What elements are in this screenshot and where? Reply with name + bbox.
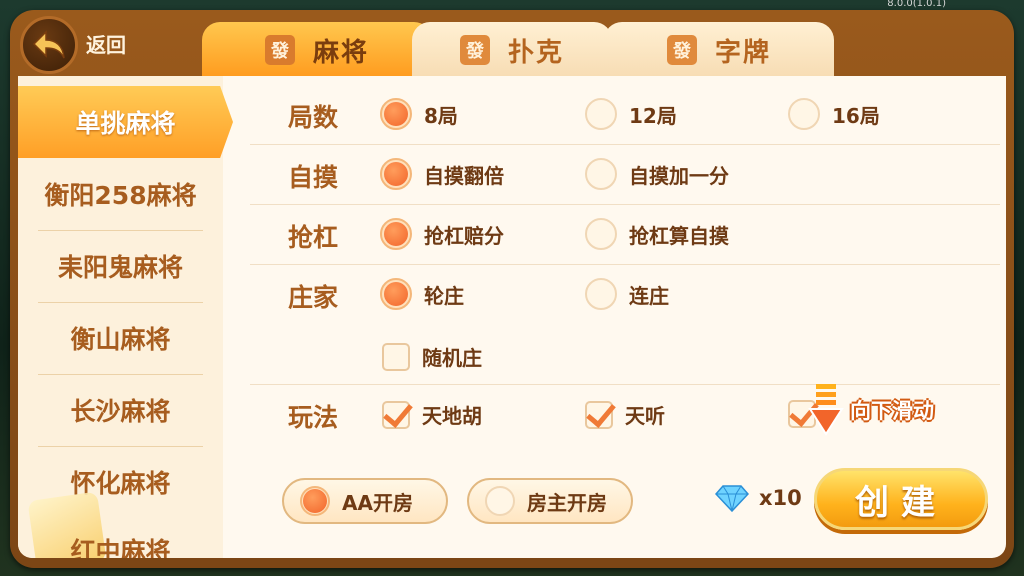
option-rob-kong-self-draw[interactable]: 抢杠算自摸	[585, 218, 729, 250]
radio-selected[interactable]	[380, 98, 412, 130]
tab-label: 麻将	[312, 37, 369, 68]
sidebar-item-hengyang258[interactable]: 衡阳258麻将	[18, 158, 223, 230]
room-cost: x10	[715, 484, 802, 512]
back-label[interactable]: 返回	[86, 29, 126, 58]
radio[interactable]	[585, 98, 617, 130]
option-rounds-12[interactable]: 12局	[585, 98, 677, 130]
radio-selected[interactable]	[300, 486, 330, 516]
option-label: 天地胡	[422, 404, 482, 428]
radio[interactable]	[585, 158, 617, 190]
option-label: 自摸翻倍	[424, 163, 504, 188]
option-label: 连庄	[629, 283, 669, 308]
radio-selected[interactable]	[380, 278, 412, 310]
option-label: AA开房	[342, 490, 413, 515]
back-arrow-icon	[32, 30, 65, 59]
rob-kong-label: 抢杠	[288, 223, 339, 252]
sidebar-item-label: 红中麻将	[70, 537, 171, 558]
sidebar-item-leiyang[interactable]: 耒阳鬼麻将	[18, 230, 223, 302]
checkbox-checked[interactable]	[382, 400, 410, 429]
tab-mahjong[interactable]: 發 麻将	[202, 22, 432, 78]
divider	[250, 204, 1000, 205]
option-random-dealer[interactable]: 随机庄	[382, 342, 482, 371]
option-label: 16局	[832, 103, 880, 128]
option-label: 自摸加一分	[629, 163, 729, 188]
sidebar-item-label: 长沙麻将	[70, 397, 171, 426]
radio-selected[interactable]	[380, 158, 412, 190]
option-label: 房主开房	[527, 490, 607, 515]
option-label: 8局	[424, 103, 458, 128]
tab-label: 扑克	[507, 37, 564, 68]
radio[interactable]	[585, 278, 617, 310]
sidebar-item-dantiao[interactable]: 单挑麻将	[18, 86, 233, 158]
self-draw-label: 自摸	[288, 163, 339, 192]
play-label: 玩法	[288, 403, 339, 432]
sidebar-item-label: 单挑麻将	[75, 109, 176, 138]
option-label: 12局	[629, 103, 677, 128]
option-dealer-rotate[interactable]: 轮庄	[380, 278, 464, 310]
dealer-label: 庄家	[288, 283, 339, 312]
tab-poker[interactable]: 發 扑克	[412, 22, 612, 78]
tab-zipai[interactable]: 發 字牌	[604, 22, 834, 78]
back-button[interactable]	[20, 16, 78, 74]
radio-selected[interactable]	[380, 218, 412, 250]
arrow-down-icon	[808, 384, 844, 436]
checkbox[interactable]	[382, 342, 410, 371]
option-label: 抢杠赔分	[424, 223, 504, 248]
radio[interactable]	[485, 486, 515, 516]
owner-room-option[interactable]: 房主开房	[467, 478, 633, 524]
mahjong-tile-icon: 發	[666, 35, 697, 65]
radio[interactable]	[585, 218, 617, 250]
version-text: 8.0.0(1.0.1)	[887, 0, 946, 9]
sidebar-item-hengshan[interactable]: 衡山麻将	[18, 302, 223, 374]
option-self-draw-plus-one[interactable]: 自摸加一分	[585, 158, 729, 190]
option-self-draw-double[interactable]: 自摸翻倍	[380, 158, 504, 190]
checkbox-checked[interactable]	[585, 400, 613, 429]
option-dealer-consecutive[interactable]: 连庄	[585, 278, 669, 310]
scroll-hint-label: 向下滑动	[850, 399, 934, 423]
create-button[interactable]: 创建	[814, 468, 988, 530]
settings-panel: 单挑麻将 衡阳258麻将 耒阳鬼麻将 衡山麻将 长沙麻将 怀化麻将 红中麻将 局…	[18, 76, 1006, 558]
divider	[250, 144, 1000, 145]
scroll-hint: 向下滑动	[808, 382, 934, 438]
option-tiandi-hu[interactable]: 天地胡	[382, 400, 482, 429]
mahjong-tile-icon: 發	[264, 35, 295, 65]
sidebar-item-changsha[interactable]: 长沙麻将	[18, 374, 223, 446]
diamond-icon	[715, 485, 749, 512]
option-rounds-16[interactable]: 16局	[788, 98, 880, 130]
aa-room-option[interactable]: AA开房	[282, 478, 448, 524]
option-tianting[interactable]: 天听	[585, 400, 665, 429]
sidebar-item-label: 衡山麻将	[70, 325, 171, 354]
radio[interactable]	[788, 98, 820, 130]
rounds-label: 局数	[288, 103, 339, 132]
sidebar-item-hongzhong[interactable]: 红中麻将	[18, 514, 223, 558]
cost-amount: x10	[759, 486, 802, 510]
sidebar-item-label: 衡阳258麻将	[44, 181, 197, 210]
mahjong-tile-icon: 發	[459, 35, 490, 65]
option-label: 抢杠算自摸	[629, 223, 729, 248]
game-list-sidebar[interactable]: 单挑麻将 衡阳258麻将 耒阳鬼麻将 衡山麻将 长沙麻将 怀化麻将 红中麻将	[18, 76, 233, 558]
option-rounds-8[interactable]: 8局	[380, 98, 458, 130]
sidebar-item-label: 耒阳鬼麻将	[57, 253, 183, 282]
divider	[250, 264, 1000, 265]
option-label: 随机庄	[422, 346, 482, 370]
tab-label: 字牌	[714, 37, 771, 68]
option-label: 天听	[625, 404, 665, 428]
option-rob-kong-pay[interactable]: 抢杠赔分	[380, 218, 504, 250]
option-label: 轮庄	[424, 283, 464, 308]
